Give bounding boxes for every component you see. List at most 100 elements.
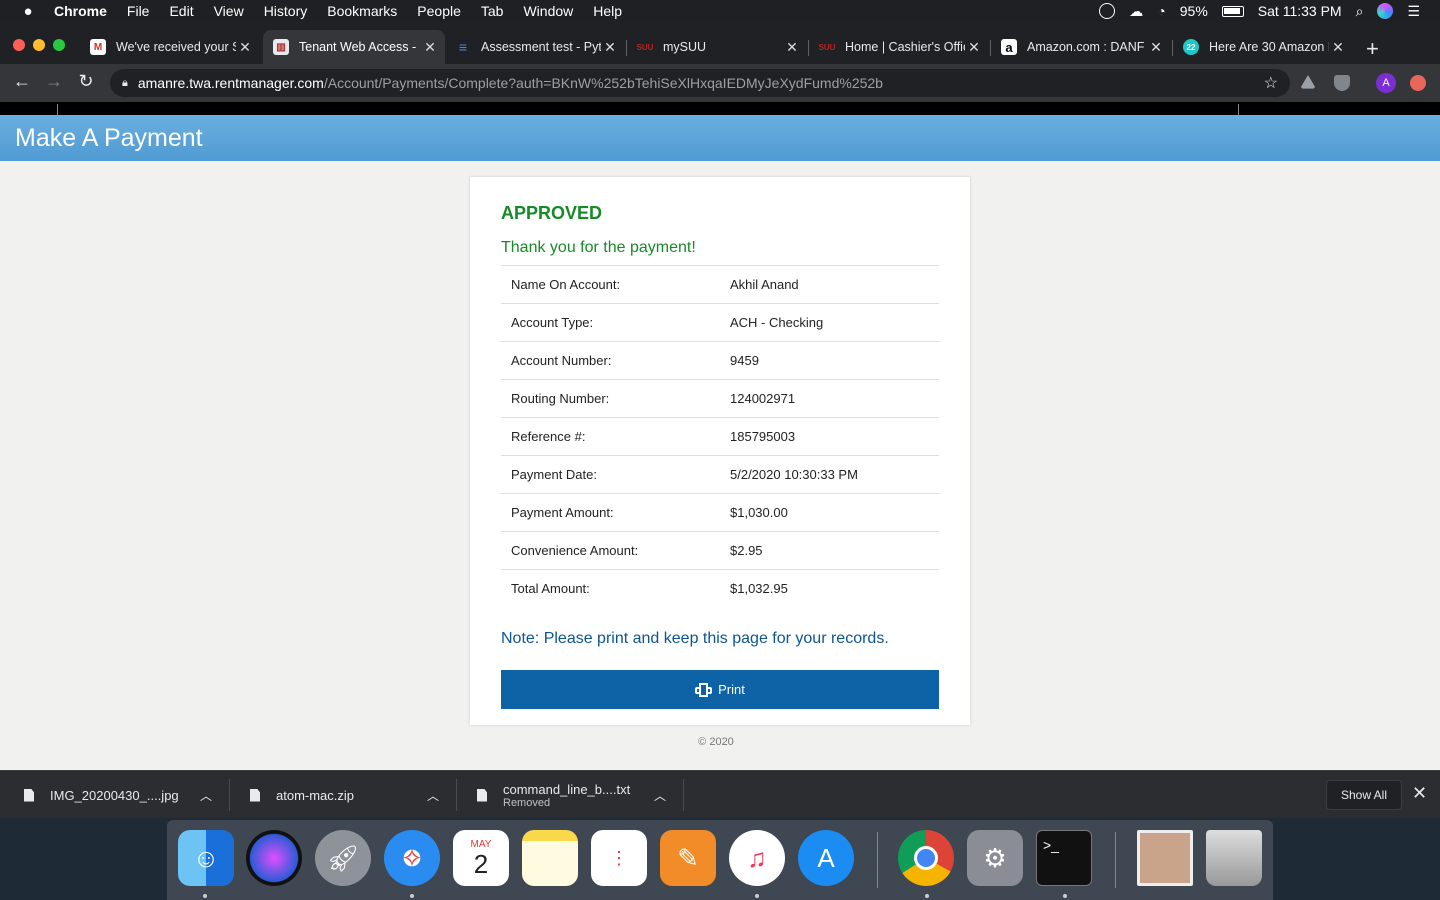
row-label: Total Amount: xyxy=(511,581,590,597)
profile-avatar[interactable]: A xyxy=(1376,73,1396,93)
close-window-button[interactable] xyxy=(13,39,25,51)
lock-icon[interactable]: 🔒︎ xyxy=(122,77,128,90)
table-row: Payment Date: 5/2/2020 10:30:33 PM xyxy=(501,455,939,494)
battery-icon[interactable] xyxy=(1221,5,1244,17)
spotlight-search-icon[interactable]: ⌕ xyxy=(1356,3,1364,20)
row-value: 124002971 xyxy=(730,391,796,406)
google-drive-extension-icon[interactable] xyxy=(1300,75,1316,89)
menu-bookmarks[interactable]: Bookmarks xyxy=(327,3,397,19)
tab-close-icon[interactable]: ✕ xyxy=(421,39,439,56)
tab-close-icon[interactable]: ✕ xyxy=(601,39,619,56)
row-label: Account Type: xyxy=(511,315,594,330)
print-button[interactable]: Print xyxy=(501,670,939,709)
chevron-up-icon[interactable]: ︿ xyxy=(654,787,666,804)
menubar-clock[interactable]: Sat 11:33 PM xyxy=(1258,3,1342,19)
terminal-icon[interactable]: >_ xyxy=(1036,830,1092,886)
tab-title: Home | Cashier's Offic xyxy=(845,40,965,54)
tab-gmail[interactable]: M We've received your S ✕ xyxy=(80,30,260,64)
music-icon[interactable]: ♫ xyxy=(729,830,785,886)
chevron-up-icon[interactable]: ︿ xyxy=(427,787,439,804)
running-indicator xyxy=(755,894,759,898)
extension-icon[interactable] xyxy=(1410,75,1426,91)
menu-app-chrome[interactable]: Chrome xyxy=(54,3,107,19)
tab-close-icon[interactable]: ✕ xyxy=(783,39,801,56)
amazon-icon: a xyxy=(1001,39,1017,55)
tab-mysuu[interactable]: SUU mySUU ✕ xyxy=(627,30,807,64)
tab-separator xyxy=(990,40,991,56)
row-value: $2.95 xyxy=(730,543,763,558)
print-button-label: Print xyxy=(718,682,745,697)
tab-tenant-web-access[interactable]: ▥ Tenant Web Access - ✕ xyxy=(263,30,445,64)
minimize-window-button[interactable] xyxy=(33,39,45,51)
page-viewport: Make A Payment APPROVED Thank you for th… xyxy=(0,102,1440,770)
badge-22-icon: 22 xyxy=(1183,39,1199,55)
tab-title: Tenant Web Access - xyxy=(299,40,417,54)
forward-arrow-icon[interactable]: → xyxy=(42,71,66,92)
cloud-upload-icon[interactable]: ☁ xyxy=(1129,3,1143,20)
print-note: Note: Please print and keep this page fo… xyxy=(501,630,889,647)
notification-center-icon[interactable]: ☰ xyxy=(1407,3,1420,20)
system-preferences-icon[interactable]: ⚙ xyxy=(967,830,1023,886)
photo-stack-icon[interactable] xyxy=(1137,830,1193,886)
reload-icon[interactable]: ↻ xyxy=(74,71,98,92)
menu-file[interactable]: File xyxy=(127,3,150,19)
bookmark-star-icon[interactable]: ☆ xyxy=(1264,73,1278,93)
running-indicator xyxy=(203,894,207,898)
siri-icon[interactable] xyxy=(246,830,302,886)
menu-help[interactable]: Help xyxy=(593,3,622,19)
tab-close-icon[interactable]: ✕ xyxy=(1329,39,1347,56)
menu-window[interactable]: Window xyxy=(523,3,573,19)
safari-icon[interactable]: ✧ xyxy=(384,830,440,886)
menu-view[interactable]: View xyxy=(214,3,244,19)
tab-title: We've received your S xyxy=(116,40,236,54)
new-tab-button[interactable]: + xyxy=(1366,36,1379,62)
reminders-icon[interactable]: ⋮ xyxy=(591,830,647,886)
tab-close-icon[interactable]: ✕ xyxy=(965,39,983,56)
browser-toolbar: ← → ↻ 🔒︎ amanre.twa.rentmanager.com/Acco… xyxy=(0,64,1440,102)
pages-icon[interactable]: ✎ xyxy=(660,830,716,886)
chrome-icon[interactable] xyxy=(898,830,954,886)
calendar-icon[interactable]: MAY 2 xyxy=(453,830,509,886)
download-shelf: IMG_20200430_....jpg ︿ atom-mac.zip ︿ co… xyxy=(0,770,1440,818)
zoom-window-button[interactable] xyxy=(53,39,65,51)
launchpad-icon[interactable]: 🚀︎ xyxy=(315,830,371,886)
tab-amazon-list[interactable]: 22 Here Are 30 Amazon P ✕ xyxy=(1173,30,1353,64)
tab-close-icon[interactable]: ✕ xyxy=(1147,39,1165,56)
shield-extension-icon[interactable] xyxy=(1334,75,1350,91)
row-label: Convenience Amount: xyxy=(511,543,639,558)
notes-icon[interactable] xyxy=(522,830,578,886)
menu-people[interactable]: People xyxy=(417,3,461,19)
download-status: Removed xyxy=(503,796,551,809)
battery-percent[interactable]: 95% xyxy=(1180,3,1208,19)
url-path: /Account/Payments/Complete?auth=BKnW%252… xyxy=(323,75,883,91)
apple-menu-icon[interactable]: ● xyxy=(18,3,38,20)
copyright-footer: © 2020 xyxy=(698,736,734,748)
tab-separator xyxy=(626,40,627,56)
app-store-icon[interactable]: A xyxy=(798,830,854,886)
download-item[interactable]: atom-mac.zip ︿ xyxy=(250,771,450,819)
table-row: Reference #: 185795003 xyxy=(501,417,939,456)
tab-assessment-test[interactable]: ≡ Assessment test - Pyt ✕ xyxy=(445,30,625,64)
row-label: Name On Account: xyxy=(511,277,621,292)
wifi-icon[interactable]: ◔ xyxy=(1157,3,1165,19)
trash-icon[interactable] xyxy=(1206,830,1262,886)
menu-edit[interactable]: Edit xyxy=(169,3,193,19)
download-item[interactable]: command_line_b....txt Removed ︿ xyxy=(477,771,677,819)
back-arrow-icon[interactable]: ← xyxy=(10,71,34,92)
vpn-status-icon[interactable] xyxy=(1099,3,1116,19)
finder-icon[interactable]: ☺ xyxy=(178,830,234,886)
tab-close-icon[interactable]: ✕ xyxy=(236,39,254,56)
tab-cashiers-office[interactable]: SUU Home | Cashier's Offic ✕ xyxy=(809,30,989,64)
address-bar[interactable]: 🔒︎ amanre.twa.rentmanager.com/Account/Pa… xyxy=(110,69,1290,97)
chevron-up-icon[interactable]: ︿ xyxy=(200,787,212,804)
suu-icon: SUU xyxy=(636,42,654,52)
show-all-downloads-button[interactable]: Show All xyxy=(1326,780,1402,810)
download-item[interactable]: IMG_20200430_....jpg ︿ xyxy=(24,771,224,819)
divider xyxy=(57,104,58,115)
close-shelf-icon[interactable]: ✕ xyxy=(1412,783,1427,804)
tab-amazon[interactable]: a Amazon.com : DANF ✕ xyxy=(991,30,1171,64)
menu-tab[interactable]: Tab xyxy=(481,3,504,19)
page-header: Make A Payment xyxy=(0,115,1440,161)
menu-history[interactable]: History xyxy=(264,3,308,19)
siri-icon[interactable] xyxy=(1377,3,1394,19)
